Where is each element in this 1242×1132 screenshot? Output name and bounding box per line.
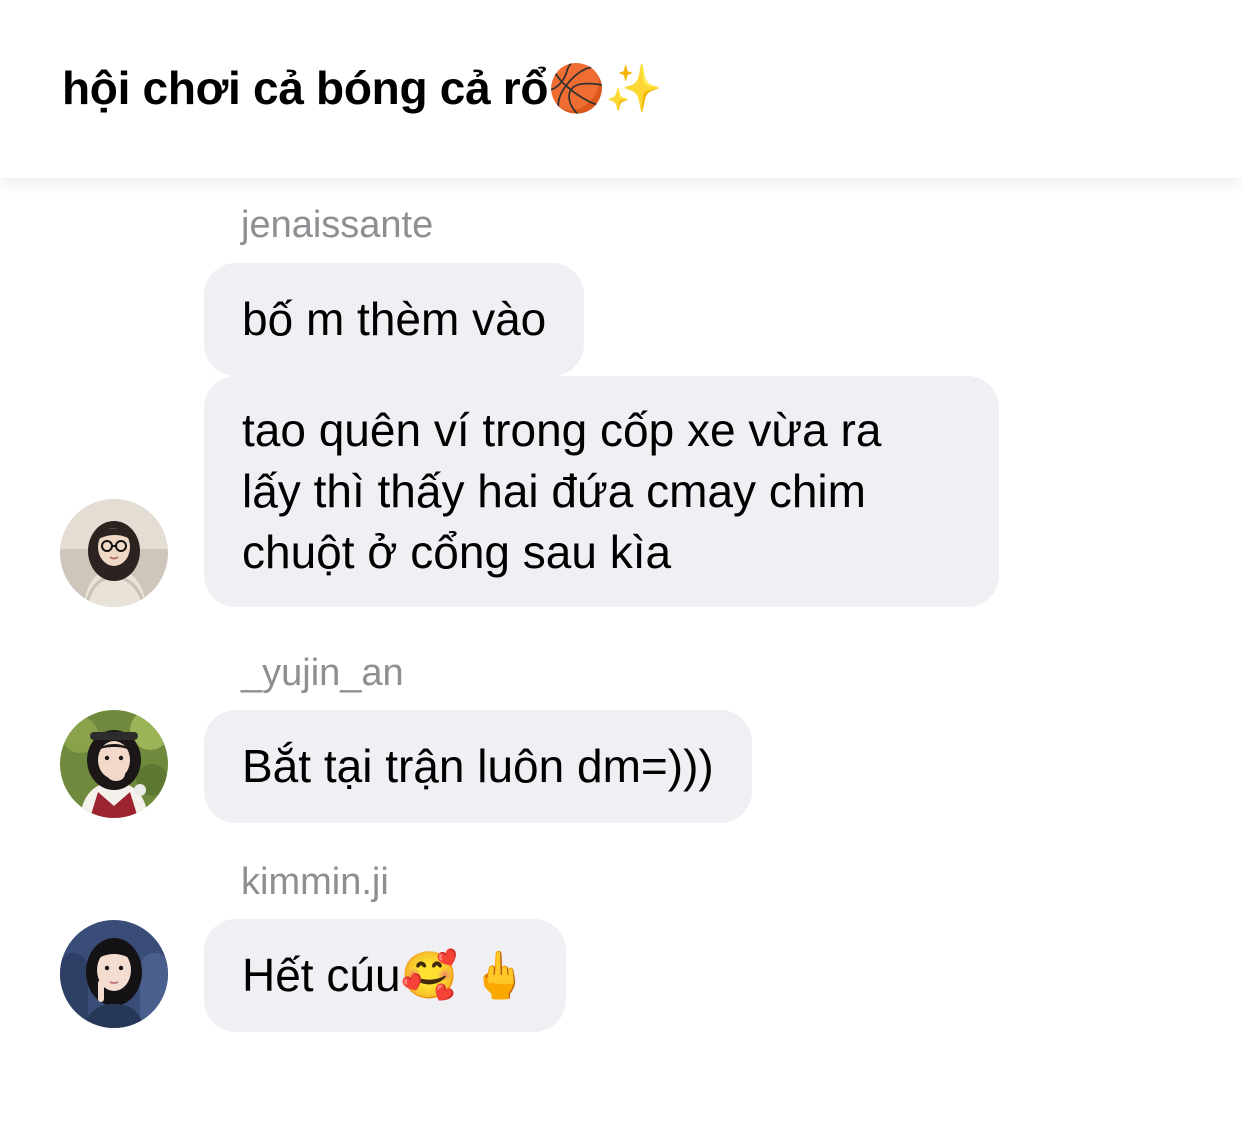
avatar[interactable] bbox=[60, 710, 168, 818]
sender-name: _yujin_an bbox=[241, 652, 404, 694]
message-bubble[interactable]: Hết cúu🥰 🖕 bbox=[204, 919, 566, 1032]
sender-name: kimmin.ji bbox=[241, 861, 389, 903]
message-list[interactable]: jenaissante bố m thèm vào tao quên ví tr… bbox=[0, 178, 1242, 1132]
message-text-line: lấy thì thấy hai đứa cmay chim bbox=[242, 465, 866, 517]
chat-screen: hội chơi cả bóng cả rổ🏀✨ jenaissante bố … bbox=[0, 0, 1242, 1132]
message-text-line: tao quên ví trong cốp xe vừa ra bbox=[242, 404, 882, 456]
message-text-line: chuột ở cổng sau kìa bbox=[242, 526, 672, 578]
message-text: bố m thèm vào bbox=[242, 293, 547, 345]
chat-header: hội chơi cả bóng cả rổ🏀✨ bbox=[0, 0, 1242, 178]
message-bubble[interactable]: tao quên ví trong cốp xe vừa ra lấy thì … bbox=[204, 376, 999, 607]
message-bubble[interactable]: bố m thèm vào bbox=[204, 263, 585, 376]
avatar[interactable] bbox=[60, 499, 168, 607]
message-bubble[interactable]: Bắt tại trận luôn dm=))) bbox=[204, 710, 752, 823]
group-title[interactable]: hội chơi cả bóng cả rổ🏀✨ bbox=[62, 56, 662, 120]
message-text: Bắt tại trận luôn dm=))) bbox=[242, 740, 714, 792]
avatar[interactable] bbox=[60, 920, 168, 1028]
sender-name: jenaissante bbox=[241, 204, 434, 246]
message-text: Hết cúu🥰 🖕 bbox=[242, 949, 528, 1001]
